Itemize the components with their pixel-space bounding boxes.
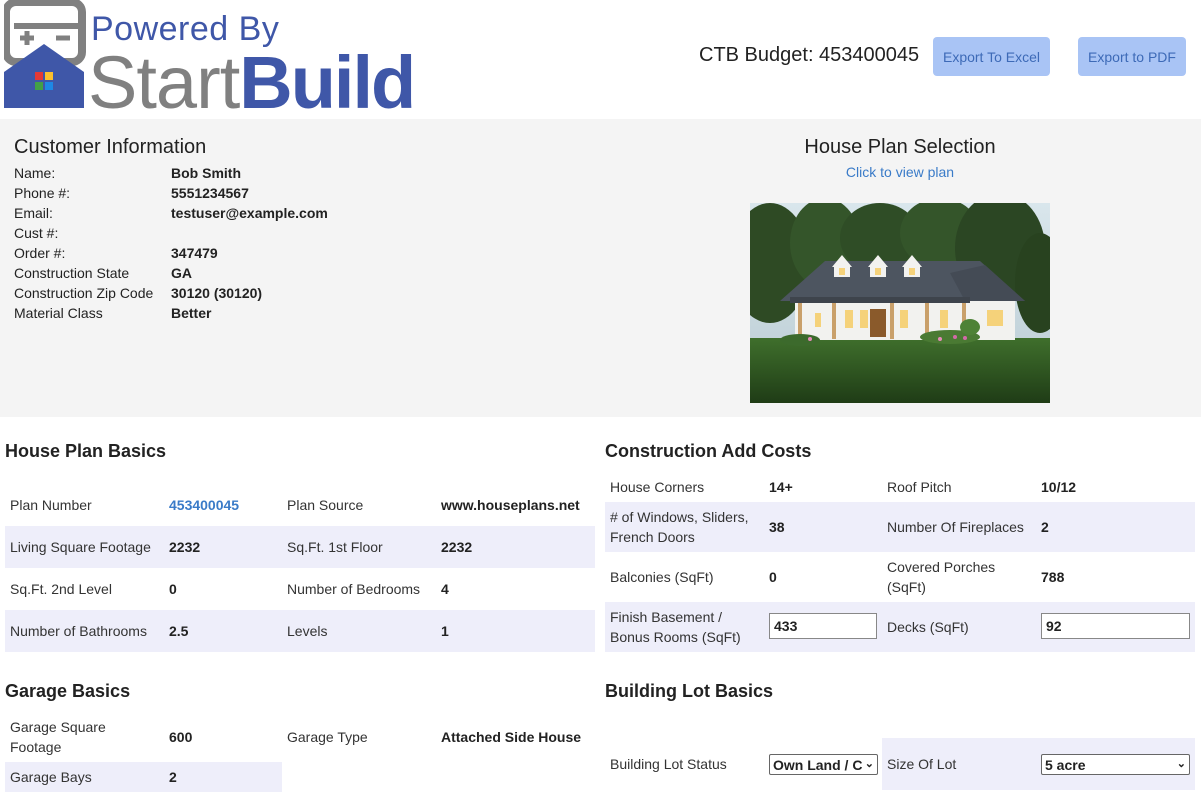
startbuild-logo[interactable]: Powered By StartBuild (0, 0, 440, 124)
calculator-house-icon (4, 0, 86, 108)
levels-value: 1 (441, 623, 449, 639)
export-pdf-button[interactable]: Export to PDF (1078, 37, 1186, 76)
second-level-sqft-label: Sq.Ft. 2nd Level (10, 581, 112, 597)
garage-sqft-value: 600 (169, 729, 193, 745)
table-row: Plan Number 453400045 Plan Source www.ho… (5, 484, 595, 526)
table-row: Number of Bathrooms 2.5 Levels 1 (5, 610, 595, 652)
table-row: Building Lot Status Own Land / C ⌄ (605, 738, 882, 790)
customer-value: Bob Smith (171, 165, 241, 181)
house-corners-label: House Corners (610, 479, 705, 495)
customer-value: GA (171, 265, 192, 281)
roof-pitch-label: Roof Pitch (887, 479, 952, 495)
table-row: Finish Basement / Bonus Rooms (SqFt) Dec… (605, 602, 1195, 652)
living-sqft-value: 2232 (169, 539, 201, 555)
customer-info-title: Customer Information (14, 136, 207, 158)
building-lot-basics-title: Building Lot Basics (605, 681, 774, 701)
chevron-down-icon: ⌄ (864, 758, 874, 770)
table-row: # of Windows, Sliders, French Doors 38 N… (605, 502, 1195, 552)
fireplaces-value: 2 (1041, 519, 1049, 535)
garage-sqft-label: Garage Square Footage (10, 719, 106, 755)
roof-pitch-value: 10/12 (1041, 479, 1077, 495)
lot-size-selected: 5 acre (1045, 756, 1086, 773)
garage-bays-label: Garage Bays (10, 769, 92, 785)
garage-type-value: Attached Side House (441, 729, 582, 745)
construction-add-costs-title: Construction Add Costs (605, 441, 812, 461)
customer-value: 5551234567 (171, 185, 249, 201)
lot-status-selected: Own Land / C (773, 756, 863, 773)
house-plan-basics-title: House Plan Basics (5, 441, 167, 461)
table-row: Garage Square Footage 600 Garage Type At… (5, 712, 595, 762)
house-photo[interactable] (750, 203, 1050, 403)
finish-basement-input[interactable] (769, 613, 877, 639)
levels-label: Levels (287, 623, 328, 639)
logo-build: Build (239, 41, 416, 124)
ctb-budget: CTB Budget: 453400045 (699, 44, 920, 66)
garage-bays-value: 2 (169, 769, 177, 785)
customer-value: Better (171, 305, 212, 321)
first-floor-sqft-value: 2232 (441, 539, 473, 555)
covered-porches-value: 788 (1041, 569, 1065, 585)
windows-label: # of Windows, Sliders, French Doors (610, 509, 749, 545)
garage-type-label: Garage Type (287, 729, 368, 745)
plan-number-label: Plan Number (10, 497, 92, 513)
customer-label: Material Class (14, 305, 103, 321)
bedrooms-value: 4 (441, 581, 449, 597)
plan-selection-title: House Plan Selection (804, 136, 996, 158)
first-floor-sqft-label: Sq.Ft. 1st Floor (287, 539, 383, 555)
customer-label: Order #: (14, 245, 66, 261)
table-row: House Corners 14+ Roof Pitch 10/12 (605, 472, 1195, 502)
plan-number-link[interactable]: 453400045 (169, 484, 279, 526)
lot-size-select[interactable]: 5 acre ⌄ (1041, 754, 1190, 775)
decks-label: Decks (SqFt) (887, 619, 969, 635)
living-sqft-label: Living Square Footage (10, 539, 151, 555)
windows-value: 38 (769, 519, 785, 535)
header: Powered By StartBuild CTB Budget: 453400… (0, 0, 1201, 124)
customer-label: Cust #: (14, 225, 59, 241)
plan-source-value: www.houseplans.net (441, 497, 580, 513)
house-corners-value: 14+ (769, 479, 793, 495)
table-row: Living Square Footage 2232 Sq.Ft. 1st Fl… (5, 526, 595, 568)
lot-status-label: Building Lot Status (610, 756, 727, 772)
logo-start: Start (88, 41, 240, 124)
lot-status-select[interactable]: Own Land / C ⌄ (769, 754, 878, 775)
table-row: Size Of Lot 5 acre ⌄ (882, 738, 1195, 790)
table-row: Balconies (SqFt) 0 Covered Porches (SqFt… (605, 552, 1195, 602)
garage-basics-title: Garage Basics (5, 681, 131, 701)
chevron-down-icon: ⌄ (1176, 758, 1186, 770)
customer-label: Email: (14, 205, 53, 221)
customer-value: 347479 (171, 245, 218, 261)
lot-size-label: Size Of Lot (887, 756, 957, 772)
customer-value: 30120 (30120) (171, 285, 263, 301)
customer-label: Construction State (14, 265, 130, 281)
customer-label: Name: (14, 165, 56, 181)
house-photo-illustration (750, 203, 1050, 403)
fireplaces-label: Number Of Fireplaces (887, 519, 1024, 535)
logo-wordmark: StartBuild (88, 40, 416, 125)
second-level-sqft-value: 0 (169, 581, 177, 597)
customer-label: Phone #: (14, 185, 71, 201)
decks-input[interactable] (1041, 613, 1190, 639)
table-row: Sq.Ft. 2nd Level 0 Number of Bedrooms 4 (5, 568, 595, 610)
customer-label: Construction Zip Code (14, 285, 154, 301)
table-row: Garage Bays 2 (5, 762, 282, 792)
export-excel-button[interactable]: Export To Excel (933, 37, 1050, 76)
bathrooms-label: Number of Bathrooms (10, 623, 147, 639)
bathrooms-value: 2.5 (169, 623, 189, 639)
balconies-value: 0 (769, 569, 777, 585)
plan-source-label: Plan Source (287, 497, 364, 513)
finish-basement-label: Finish Basement / Bonus Rooms (SqFt) (610, 609, 741, 645)
covered-porches-label: Covered Porches (SqFt) (887, 559, 996, 595)
customer-value: testuser@example.com (171, 205, 328, 221)
balconies-label: Balconies (SqFt) (610, 569, 714, 585)
view-plan-link[interactable]: Click to view plan (700, 164, 1100, 180)
customer-info-band: Customer Information Name: Bob Smith Pho… (0, 119, 1201, 417)
bedrooms-label: Number of Bedrooms (287, 581, 421, 597)
